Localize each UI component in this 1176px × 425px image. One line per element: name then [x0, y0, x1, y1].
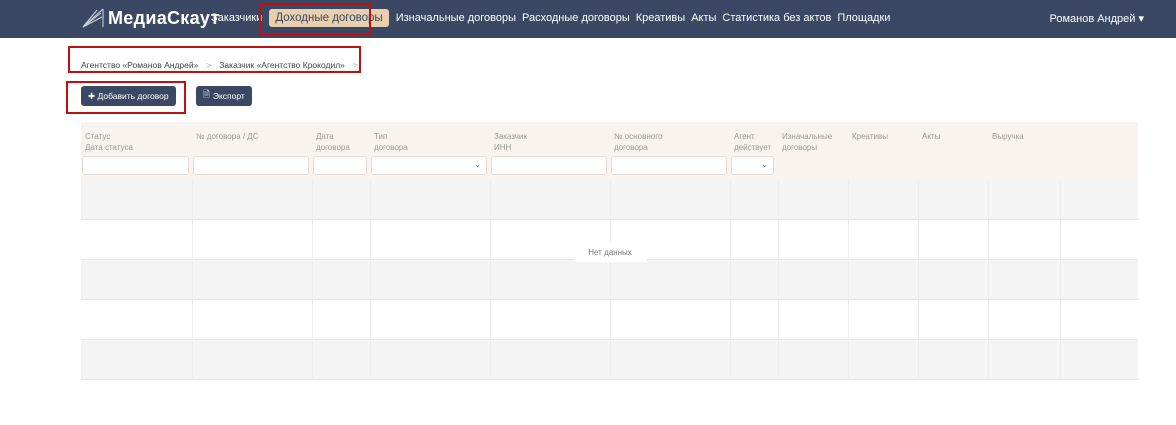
col-status[interactable]: Статус Дата статуса	[85, 131, 133, 153]
filter-status[interactable]	[82, 156, 189, 175]
filter-agent[interactable]: ⌄	[731, 156, 774, 175]
divider	[370, 180, 371, 380]
col-contract-type[interactable]: Тип договора	[374, 131, 408, 153]
col-main-contract[interactable]: № основного договора	[614, 131, 662, 153]
filter-contract-type[interactable]: ⌄	[371, 156, 487, 175]
col-acts[interactable]: Акты	[922, 131, 940, 142]
logo-icon	[82, 8, 104, 28]
col-contract-date[interactable]: Дата договора	[316, 131, 350, 153]
col-initial-contracts[interactable]: Изначальные договоры	[782, 131, 832, 153]
table-header: Статус Дата статуса № договора / ДС Дата д…	[81, 122, 1138, 180]
divider	[490, 180, 491, 380]
menu-platforms[interactable]: Площадки	[834, 9, 893, 27]
menu-acts[interactable]: Акты	[688, 9, 719, 27]
col-creatives[interactable]: Креативы	[852, 131, 888, 142]
divider	[610, 180, 611, 380]
filter-main-contract[interactable]	[611, 156, 727, 175]
divider	[988, 180, 989, 380]
col-agent[interactable]: Агент действует	[734, 131, 771, 153]
divider	[848, 180, 849, 380]
highlight-box	[68, 46, 361, 73]
divider	[730, 180, 731, 380]
menu-customers[interactable]: Заказчики	[208, 9, 265, 27]
chevron-down-icon: ⌄	[761, 160, 768, 169]
export-button[interactable]: 🗎 Экспорт	[196, 86, 252, 106]
filter-customer[interactable]	[491, 156, 607, 175]
filter-contract-date[interactable]	[313, 156, 367, 175]
menu-initial-contracts[interactable]: Изначальные договоры	[393, 9, 519, 27]
logo-text: МедиаСкаут	[108, 7, 220, 28]
user-menu[interactable]: Романов Андрей ▾	[1049, 12, 1144, 25]
divider	[918, 180, 919, 380]
divider	[192, 180, 193, 380]
menu-expense-contracts[interactable]: Расходные договоры	[519, 9, 633, 27]
menu-creatives[interactable]: Креативы	[633, 9, 688, 27]
logo[interactable]: МедиаСкаут	[82, 7, 220, 29]
filter-contract-number[interactable]	[193, 156, 309, 175]
highlight-box	[66, 81, 186, 114]
highlight-box	[259, 3, 371, 36]
menu-stats-without-acts[interactable]: Статистика без актов	[719, 9, 834, 27]
export-label: Экспорт	[212, 91, 245, 101]
export-icon: 🗎	[203, 89, 210, 99]
divider	[1060, 180, 1061, 380]
col-customer[interactable]: Заказчик ИНН	[494, 131, 527, 153]
col-contract-number[interactable]: № договора / ДС	[196, 131, 258, 142]
divider	[312, 180, 313, 380]
top-navbar: МедиаСкаут Заказчики Доходные договоры И…	[0, 0, 1176, 38]
chevron-down-icon: ⌄	[474, 160, 481, 169]
divider	[778, 180, 779, 380]
col-revenue[interactable]: Выручка	[992, 131, 1024, 142]
empty-state: Нет данных	[574, 243, 646, 262]
